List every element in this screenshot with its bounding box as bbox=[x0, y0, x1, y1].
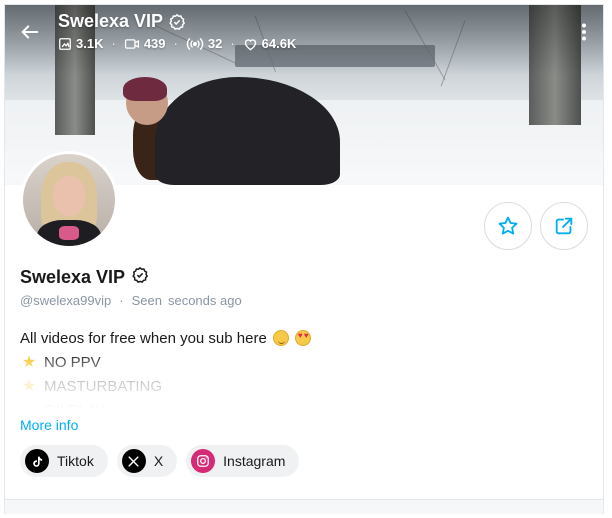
avatar-image bbox=[23, 154, 115, 246]
verified-icon bbox=[131, 266, 149, 289]
star-outline-icon bbox=[498, 216, 518, 235]
add-to-favorites-button[interactable] bbox=[484, 202, 532, 250]
cover-person bbox=[155, 77, 340, 185]
back-button[interactable] bbox=[19, 21, 43, 45]
social-links: Tiktok X Instagram bbox=[20, 445, 300, 477]
profile-handle: @swelexa99vip bbox=[20, 293, 112, 308]
share-icon bbox=[555, 217, 573, 235]
video-icon bbox=[124, 38, 139, 49]
share-button[interactable] bbox=[540, 202, 588, 250]
stat-videos: 439 bbox=[124, 36, 166, 51]
instagram-icon bbox=[191, 449, 216, 473]
cover-header: Swelexa VIP 3.1K · 439 · 32 · 64.6K bbox=[5, 5, 603, 65]
heart-eyes-icon bbox=[294, 330, 311, 346]
bio-line: ★ OILPLAY bbox=[20, 398, 580, 411]
more-options-button[interactable] bbox=[581, 23, 587, 45]
stream-icon bbox=[186, 37, 204, 50]
tiktok-icon bbox=[25, 449, 49, 473]
profile-name: Swelexa VIP bbox=[20, 266, 149, 289]
image-icon bbox=[59, 37, 71, 50]
profile-meta: @swelexa99vip · Seen seconds ago bbox=[20, 293, 242, 308]
bio: All videos for free when you sub here ★ … bbox=[20, 326, 580, 410]
last-seen-label: Seen bbox=[131, 293, 162, 308]
x-icon bbox=[121, 449, 146, 473]
social-link-tiktok[interactable]: Tiktok bbox=[20, 445, 108, 477]
arrow-left-icon bbox=[21, 25, 39, 39]
more-vertical-icon bbox=[582, 23, 586, 41]
header-stats: 3.1K · 439 · 32 · 64.6K bbox=[58, 36, 296, 51]
verified-icon bbox=[168, 13, 186, 31]
bio-line: All videos for free when you sub here bbox=[20, 326, 580, 350]
content-below bbox=[5, 500, 603, 514]
winking-face-icon bbox=[272, 330, 289, 346]
bio-line: ★ NO PPV bbox=[21, 353, 101, 372]
last-seen-value: seconds ago bbox=[167, 293, 242, 308]
heart-icon bbox=[244, 38, 256, 50]
avatar[interactable] bbox=[20, 151, 118, 249]
stat-photos: 3.1K bbox=[58, 36, 103, 51]
bio-line: ★ MASTURBATING bbox=[21, 377, 163, 396]
profile-card: Swelexa VIP 3.1K · 439 · 32 · 64.6K Swel… bbox=[4, 4, 604, 514]
more-info-link[interactable]: More info bbox=[20, 417, 78, 433]
header-title: Swelexa VIP bbox=[58, 11, 186, 32]
stat-likes: 64.6K bbox=[243, 36, 296, 51]
stat-streams: 32 bbox=[186, 36, 222, 51]
star-icon: ★ bbox=[21, 378, 37, 395]
social-link-x[interactable]: X bbox=[116, 445, 178, 477]
star-icon: ★ bbox=[21, 354, 37, 371]
star-icon: ★ bbox=[20, 400, 38, 410]
social-link-instagram[interactable]: Instagram bbox=[186, 445, 300, 477]
